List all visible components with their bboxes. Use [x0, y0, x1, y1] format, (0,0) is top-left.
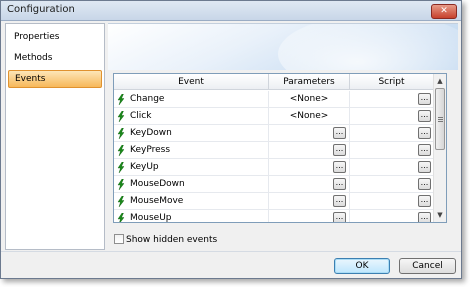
event-cell: Click	[114, 108, 269, 125]
event-name: KeyPress	[130, 145, 171, 155]
table-row[interactable]: KeyUp......	[114, 159, 434, 176]
edit-script-button[interactable]: ...	[418, 110, 431, 122]
edit-script-button[interactable]: ...	[418, 212, 431, 222]
sidebar-item-properties[interactable]: Properties	[8, 28, 102, 46]
table-row[interactable]: Click <None>...	[114, 108, 434, 125]
lightning-bolt-icon	[117, 94, 125, 105]
lightning-bolt-icon	[117, 179, 125, 190]
table-row[interactable]: KeyPress......	[114, 142, 434, 159]
event-cell: MouseMove	[114, 193, 269, 210]
edit-parameters-button[interactable]: ...	[333, 212, 346, 222]
table-row[interactable]: MouseDown......	[114, 176, 434, 193]
parameters-cell: ...	[269, 159, 350, 176]
script-cell: ...	[350, 108, 434, 125]
edit-parameters-button[interactable]: ...	[333, 195, 346, 207]
sidebar-item-methods[interactable]: Methods	[8, 49, 102, 67]
lightning-bolt-icon	[117, 196, 125, 207]
parameters-cell: ...	[269, 142, 350, 159]
table-row[interactable]: Change <None>...	[114, 91, 434, 108]
scroll-up-arrow-icon[interactable]: ▲	[434, 75, 446, 87]
table-row[interactable]: MouseUp......	[114, 210, 434, 223]
edit-script-button[interactable]: ...	[418, 178, 431, 190]
parameters-cell: <None>	[269, 91, 350, 108]
lightning-bolt-icon	[117, 128, 125, 139]
title-bar: Configuration ✕	[1, 1, 461, 21]
event-name: Click	[130, 111, 152, 121]
event-name: KeyUp	[130, 162, 159, 172]
edit-script-button[interactable]: ...	[418, 161, 431, 173]
scroll-thumb[interactable]	[435, 88, 445, 150]
parameters-cell: ...	[269, 176, 350, 193]
parameters-cell: ...	[269, 125, 350, 142]
script-cell: ...	[350, 125, 434, 142]
show-hidden-checkbox[interactable]	[114, 234, 124, 244]
show-hidden-label: Show hidden events	[126, 235, 218, 245]
sidebar: Properties Methods Events	[5, 23, 105, 250]
window-title: Configuration	[7, 4, 75, 15]
lightning-bolt-icon	[117, 162, 125, 173]
ok-button[interactable]: OK	[334, 258, 390, 274]
event-cell: KeyPress	[114, 142, 269, 159]
event-cell: KeyUp	[114, 159, 269, 176]
close-button[interactable]: ✕	[431, 4, 457, 19]
edit-script-button[interactable]: ...	[418, 144, 431, 156]
event-name: MouseDown	[130, 179, 185, 189]
events-grid: Event Parameters Script Change <None>... C…	[113, 73, 447, 223]
sidebar-item-label: Properties	[14, 32, 60, 42]
parameters-cell: ...	[269, 193, 350, 210]
edit-parameters-button[interactable]: ...	[333, 144, 346, 156]
edit-script-button[interactable]: ...	[418, 93, 431, 105]
script-cell: ...	[350, 176, 434, 193]
event-name: MouseUp	[130, 213, 172, 223]
script-cell: ...	[350, 142, 434, 159]
parameters-value: <None>	[289, 111, 329, 121]
close-x-icon: ✕	[440, 6, 448, 16]
event-cell: KeyDown	[114, 125, 269, 142]
sidebar-item-events[interactable]: Events	[8, 70, 102, 88]
lightning-bolt-icon	[117, 145, 125, 156]
sidebar-item-label: Methods	[14, 53, 53, 63]
lightning-bolt-icon	[117, 111, 125, 122]
configuration-dialog: Configuration ✕ Properties Methods Event…	[0, 0, 462, 279]
event-cell: MouseDown	[114, 176, 269, 193]
script-cell: ...	[350, 91, 434, 108]
edit-script-button[interactable]: ...	[418, 195, 431, 207]
vertical-scrollbar[interactable]: ▲ ▼	[433, 74, 446, 222]
parameters-cell: <None>	[269, 108, 350, 125]
parameters-value: <None>	[289, 94, 329, 104]
script-cell: ...	[350, 210, 434, 222]
event-name: KeyDown	[130, 128, 172, 138]
lightning-bolt-icon	[117, 213, 125, 222]
parameters-cell: ...	[269, 210, 350, 222]
edit-parameters-button[interactable]: ...	[333, 178, 346, 190]
table-row[interactable]: MouseMove......	[114, 193, 434, 210]
event-cell: MouseUp	[114, 210, 269, 223]
script-cell: ...	[350, 159, 434, 176]
header-banner	[108, 23, 458, 70]
sidebar-item-label: Events	[15, 74, 46, 84]
script-cell: ...	[350, 193, 434, 210]
event-name: Change	[130, 94, 165, 104]
cancel-button[interactable]: Cancel	[399, 258, 456, 274]
event-cell: Change	[114, 91, 269, 108]
edit-parameters-button[interactable]: ...	[333, 127, 346, 139]
table-row[interactable]: KeyDown......	[114, 125, 434, 142]
event-name: MouseMove	[130, 196, 184, 206]
column-header-event[interactable]: Event	[114, 74, 269, 90]
edit-script-button[interactable]: ...	[418, 127, 431, 139]
column-header-parameters[interactable]: Parameters	[269, 74, 350, 90]
column-header-script[interactable]: Script	[350, 74, 434, 90]
edit-parameters-button[interactable]: ...	[333, 161, 346, 173]
footer-divider	[1, 251, 461, 252]
scroll-down-arrow-icon[interactable]: ▼	[434, 209, 446, 221]
